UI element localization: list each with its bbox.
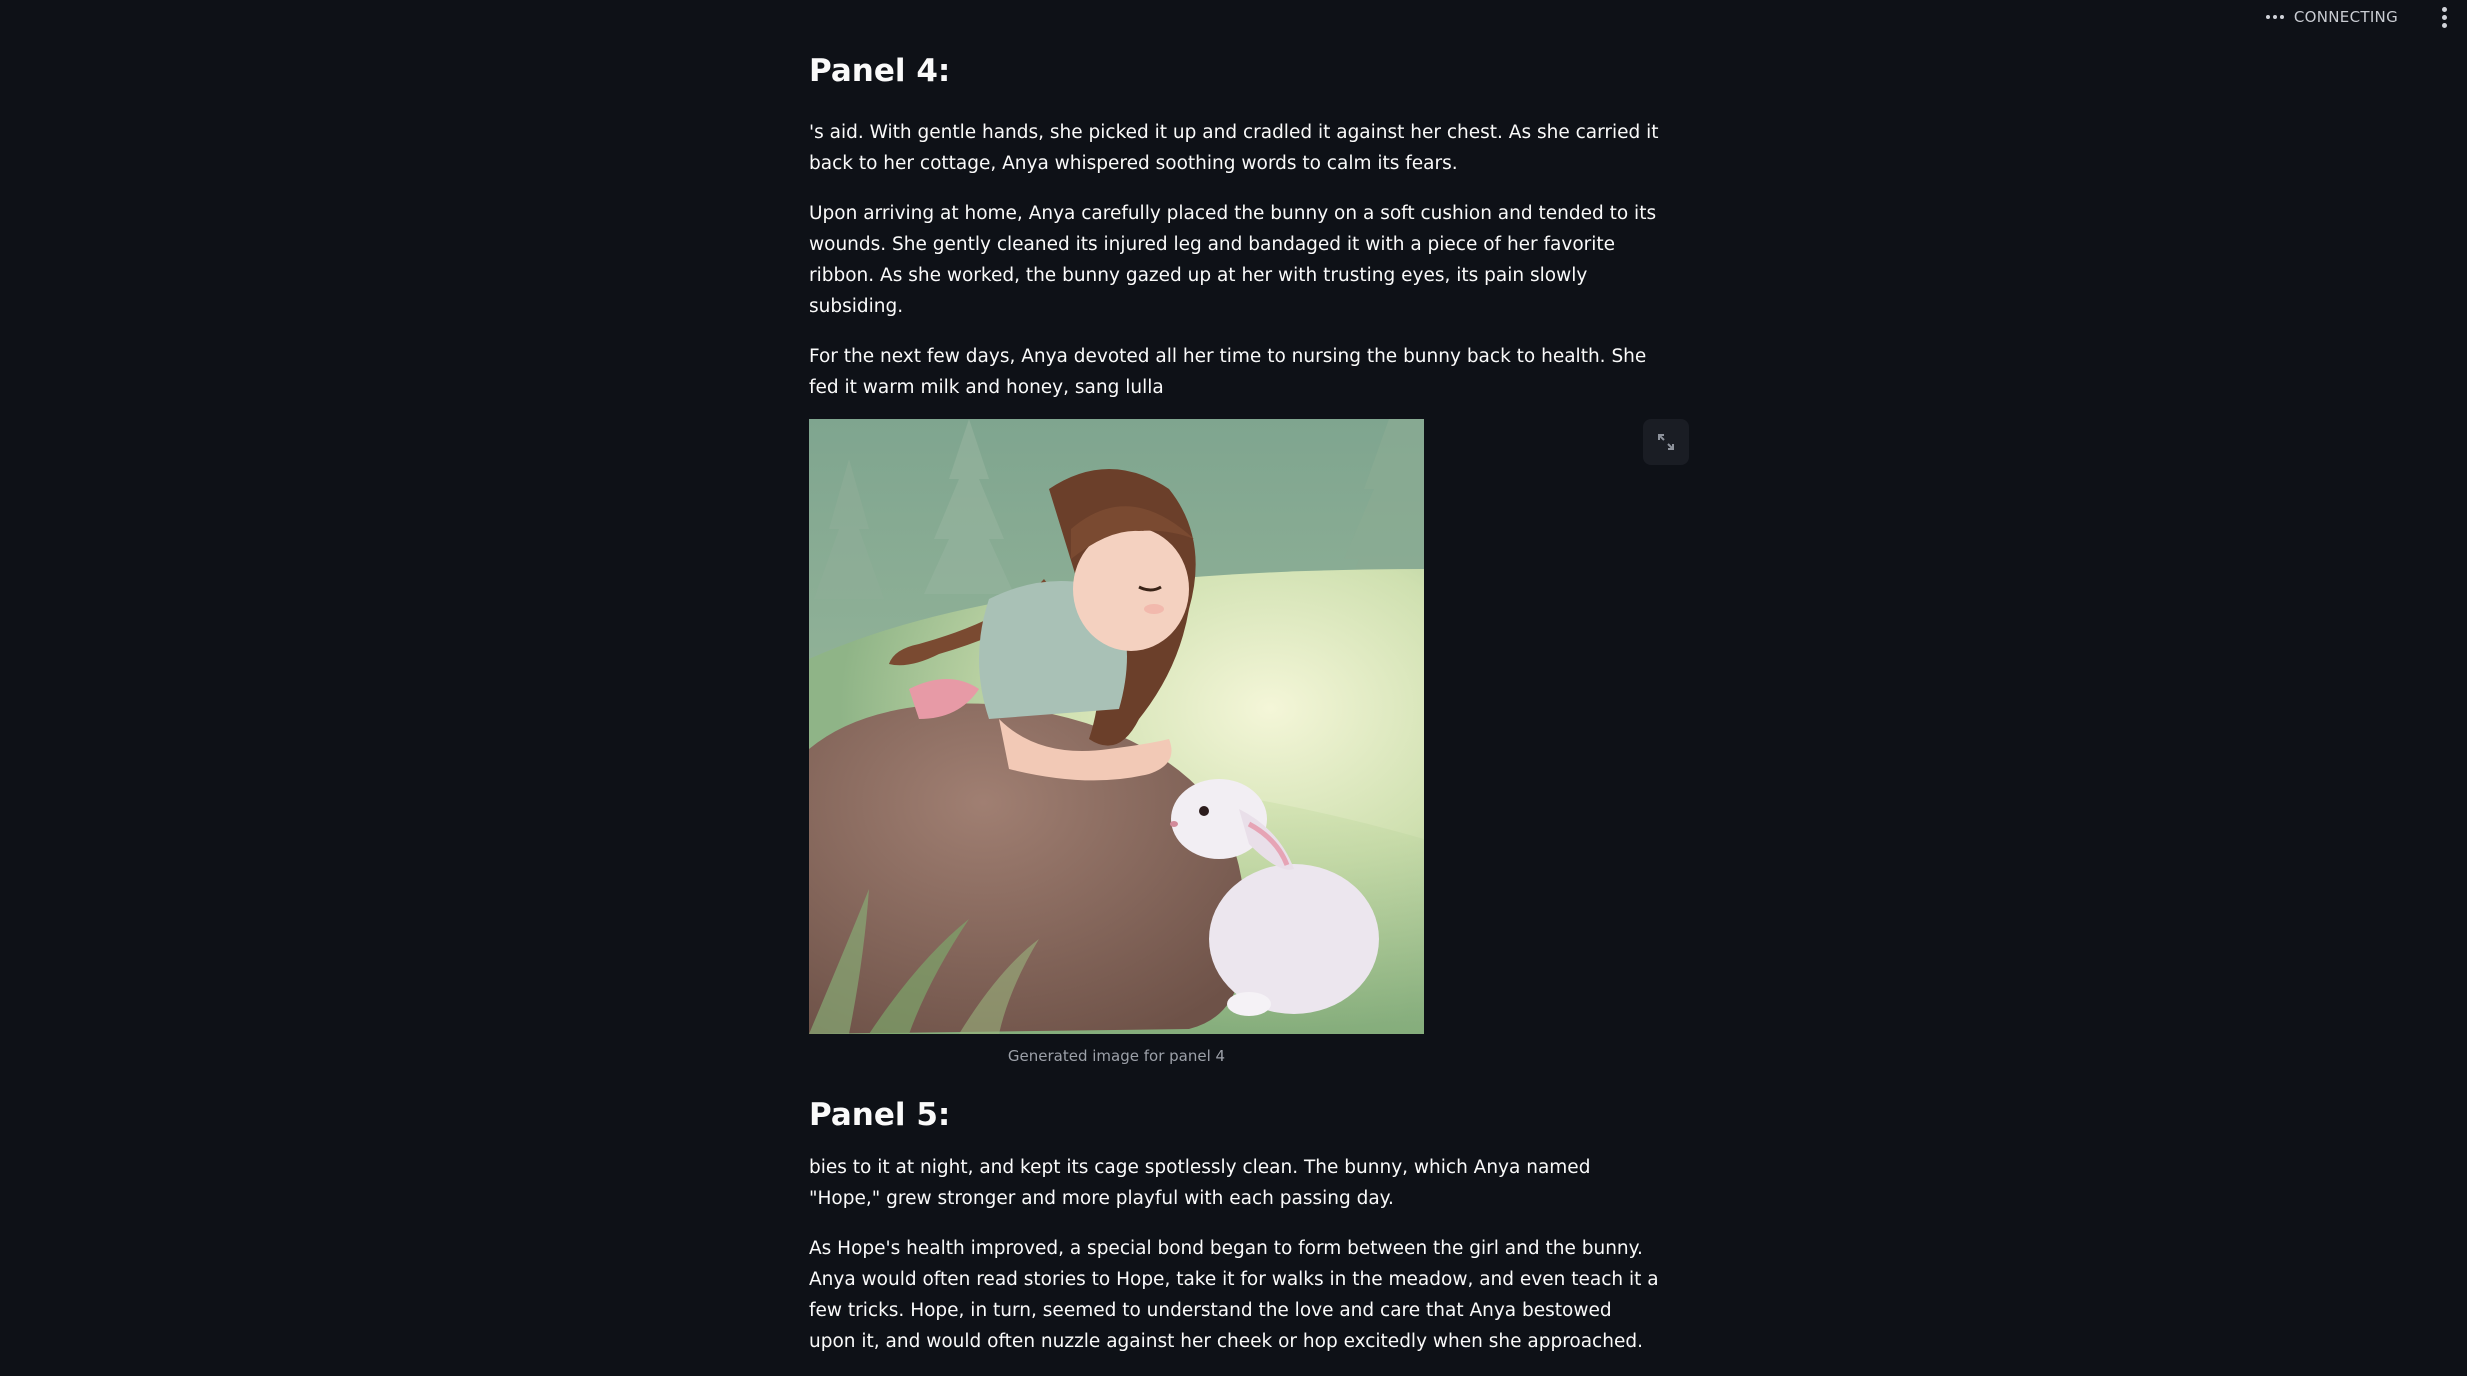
fullscreen-button[interactable] (1643, 419, 1689, 466)
panel-4-heading: Panel 4: (809, 53, 951, 89)
panel-4-paragraph-2: Upon arriving at home, Anya carefully pl… (809, 203, 1657, 318)
panel-5-heading: Panel 5: (809, 1097, 951, 1134)
panel-4-image-caption: Generated image for panel 4 (1007, 1047, 1226, 1066)
panel-5-paragraph-1: bies to it at night, and kept its cage s… (809, 1157, 1591, 1210)
connection-status-text: CONNECTING (2293, 8, 2398, 26)
kebab-menu-icon (2442, 6, 2447, 12)
panel-4-image (809, 419, 1424, 1035)
main-content: Panel 4: 's aid. With gentle hands, she … (809, 0, 1689, 1376)
panel-4-figure: Generated image for panel 4 (809, 419, 1689, 1066)
status-bar: CONNECTING (2265, 0, 2467, 34)
running-dots-icon (2265, 15, 2284, 19)
main-menu-button[interactable] (2436, 3, 2453, 32)
panel-4-paragraph-1: 's aid. With gentle hands, she picked it… (809, 122, 1659, 175)
fullscreen-expand-icon (1658, 434, 1674, 451)
panel-5-paragraph-2: As Hope's health improved, a special bon… (809, 1238, 1659, 1353)
panel-4-paragraph-3: For the next few days, Anya devoted all … (809, 346, 1647, 399)
